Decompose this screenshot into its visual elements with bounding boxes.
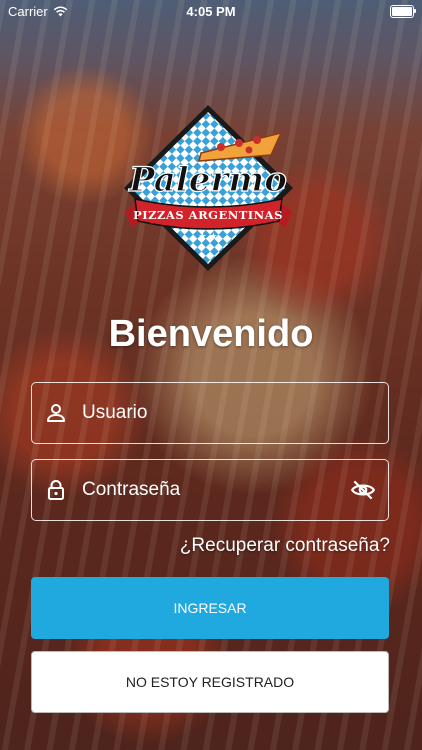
- register-button[interactable]: NO ESTOY REGISTRADO: [31, 651, 389, 713]
- battery-icon: [390, 5, 416, 18]
- palermo-logo: Palermo PIZZAS ARGENTINAS ★ ★: [124, 105, 293, 271]
- svg-text:Palermo: Palermo: [128, 160, 287, 200]
- status-time: 4:05 PM: [186, 4, 236, 19]
- svg-text:★ ★: ★ ★: [199, 232, 218, 242]
- username-input[interactable]: [80, 401, 388, 425]
- username-field[interactable]: [31, 382, 389, 444]
- password-field[interactable]: [31, 459, 389, 521]
- welcome-title: Bienvenido: [108, 313, 314, 355]
- eye-off-icon[interactable]: [350, 477, 376, 503]
- user-icon: [47, 404, 65, 422]
- svg-text:PIZZAS ARGENTINAS: PIZZAS ARGENTINAS: [133, 208, 283, 222]
- status-bar: Carrier 4:05 PM: [0, 0, 422, 22]
- login-screen: Carrier 4:05 PM Palermo PIZZAS ARGENTINA…: [0, 0, 422, 750]
- login-button[interactable]: INGRESAR: [31, 577, 389, 639]
- recover-password-link[interactable]: ¿Recuperar contraseña?: [180, 535, 390, 557]
- lock-icon: [48, 480, 64, 500]
- password-input[interactable]: [80, 478, 350, 502]
